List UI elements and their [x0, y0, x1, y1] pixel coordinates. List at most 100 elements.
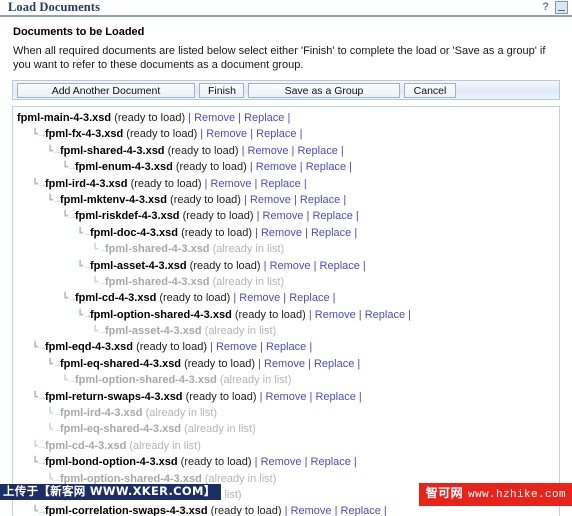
cancel-button[interactable]: Cancel: [404, 82, 456, 98]
tree-branch-arrow-icon: ┗→: [77, 309, 92, 321]
tree-branch-arrow-icon: ┗→: [47, 194, 62, 206]
action-separator: |: [235, 112, 245, 124]
document-filename: fpml-return-swaps-4-3.xsd: [45, 390, 183, 403]
document-filename: fpml-cd-4-3.xsd: [45, 439, 127, 452]
tree-branch-arrow-icon: ┗→: [92, 276, 107, 288]
remove-link[interactable]: Remove: [315, 309, 356, 321]
action-separator: |: [331, 505, 341, 516]
tree-branch-arrow-icon: ┗→: [47, 408, 62, 420]
remove-link[interactable]: Remove: [194, 112, 235, 124]
action-separator: |: [405, 308, 411, 321]
remove-link[interactable]: Remove: [270, 260, 311, 272]
tree-row: ┗→fpml-shared-4-3.xsd (already in list): [13, 241, 559, 257]
action-separator: |: [252, 226, 261, 239]
finish-button[interactable]: Finish: [199, 82, 244, 98]
replace-link[interactable]: Replace: [320, 260, 360, 272]
document-filename: fpml-shared-4-3.xsd: [105, 275, 210, 288]
replace-link[interactable]: Replace: [311, 227, 351, 239]
tree-row: ┗→fpml-ird-4-3.xsd (already in list): [13, 405, 559, 421]
remove-link[interactable]: Remove: [210, 178, 251, 190]
replace-link[interactable]: Replace: [244, 112, 284, 124]
replace-link[interactable]: Replace: [312, 210, 352, 222]
replace-link[interactable]: Replace: [297, 145, 337, 157]
remove-link[interactable]: Remove: [266, 391, 307, 403]
document-status: (ready to load): [181, 357, 256, 370]
action-separator: |: [354, 357, 361, 370]
tree-row: ┗→fpml-return-swaps-4-3.xsd (ready to lo…: [13, 389, 559, 405]
action-separator: |: [253, 210, 263, 223]
document-filename: fpml-asset-4-3.xsd: [90, 259, 187, 272]
replace-link[interactable]: Replace: [306, 161, 346, 173]
action-separator: |: [301, 456, 311, 469]
remove-link[interactable]: Remove: [256, 161, 297, 173]
replace-link[interactable]: Replace: [260, 178, 300, 190]
tree-branch-arrow-icon: ┗→: [77, 227, 92, 239]
action-separator: |: [355, 390, 362, 403]
action-separator: |: [238, 144, 248, 157]
document-filename: fpml-doc-4-3.xsd: [90, 226, 179, 239]
replace-link[interactable]: Replace: [300, 194, 340, 206]
action-separator: |: [260, 259, 270, 272]
document-filename: fpml-mktenv-4-3.xsd: [60, 193, 167, 206]
document-status: (already in list): [142, 407, 218, 420]
tree-row: ┗→fpml-mktenv-4-3.xsd (ready to load) | …: [13, 192, 559, 208]
action-separator: |: [351, 226, 358, 239]
action-separator: |: [350, 456, 357, 469]
tree-row: ┗→fpml-asset-4-3.xsd (already in list): [13, 323, 559, 339]
remove-link[interactable]: Remove: [264, 358, 305, 370]
tree-branch-arrow-icon: ┗→: [47, 424, 62, 436]
replace-link[interactable]: Replace: [311, 456, 351, 468]
replace-link[interactable]: Replace: [314, 358, 354, 370]
document-filename: fpml-shared-4-3.xsd: [105, 243, 210, 256]
remove-link[interactable]: Remove: [261, 227, 302, 239]
document-filename: fpml-option-shared-4-3.xsd: [75, 374, 217, 387]
remove-link[interactable]: Remove: [216, 341, 257, 353]
replace-link[interactable]: Replace: [365, 309, 405, 321]
add-another-document-button[interactable]: Add Another Document: [17, 82, 195, 98]
tree-branch-arrow-icon: ┗→: [32, 506, 47, 516]
replace-link[interactable]: Replace: [341, 505, 381, 516]
action-separator: |: [247, 128, 257, 141]
action-separator: |: [301, 226, 311, 239]
minimize-icon[interactable]: [555, 1, 568, 14]
replace-link[interactable]: Replace: [289, 292, 329, 304]
tree-row: ┗→fpml-shared-4-3.xsd (already in list): [13, 274, 559, 290]
document-status: (ready to load): [186, 259, 261, 272]
tree-row: fpml-main-4-3.xsd (ready to load) | Remo…: [13, 110, 559, 126]
document-status: (ready to load): [164, 144, 239, 157]
save-as-group-button[interactable]: Save as a Group: [248, 82, 400, 98]
action-separator: |: [380, 505, 387, 516]
tree-branch-arrow-icon: ┗→: [62, 375, 77, 387]
action-toolbar: Add Another Document Finish Save as a Gr…: [12, 80, 560, 100]
document-filename: fpml-shared-4-3.xsd: [60, 144, 165, 157]
action-separator: |: [304, 357, 314, 370]
remove-link[interactable]: Remove: [239, 292, 280, 304]
remove-link[interactable]: Remove: [291, 505, 332, 516]
remove-link[interactable]: Remove: [206, 128, 247, 140]
remove-link[interactable]: Remove: [263, 210, 304, 222]
action-separator: |: [240, 193, 250, 206]
document-status: (already in list): [201, 472, 277, 485]
tree-row: ┗→fpml-eq-shared-4-3.xsd (ready to load)…: [13, 356, 559, 372]
action-separator: |: [281, 505, 291, 516]
action-separator: |: [305, 308, 315, 321]
document-filename: fpml-enum-4-3.xsd: [75, 161, 173, 174]
action-separator: |: [310, 259, 320, 272]
remove-link[interactable]: Remove: [261, 456, 302, 468]
window-title-bar: Load Documents ?: [0, 0, 572, 17]
action-separator: |: [359, 259, 366, 272]
tree-branch-arrow-icon: ┗→: [32, 178, 47, 190]
action-separator: |: [300, 177, 307, 190]
remove-link[interactable]: Remove: [250, 194, 291, 206]
replace-link[interactable]: Replace: [266, 341, 306, 353]
replace-link[interactable]: Replace: [315, 391, 355, 403]
document-status: (ready to load): [178, 226, 252, 239]
instructions-text: When all required documents are listed b…: [13, 45, 546, 71]
help-icon[interactable]: ?: [542, 2, 549, 13]
tree-row: ┗→fpml-cd-4-3.xsd (already in list): [13, 438, 559, 454]
replace-link[interactable]: Replace: [256, 128, 296, 140]
remove-link[interactable]: Remove: [248, 145, 289, 157]
document-tree-list[interactable]: fpml-main-4-3.xsd (ready to load) | Remo…: [12, 106, 560, 516]
document-status: (ready to load): [166, 193, 241, 206]
document-status: (ready to load): [133, 341, 207, 354]
